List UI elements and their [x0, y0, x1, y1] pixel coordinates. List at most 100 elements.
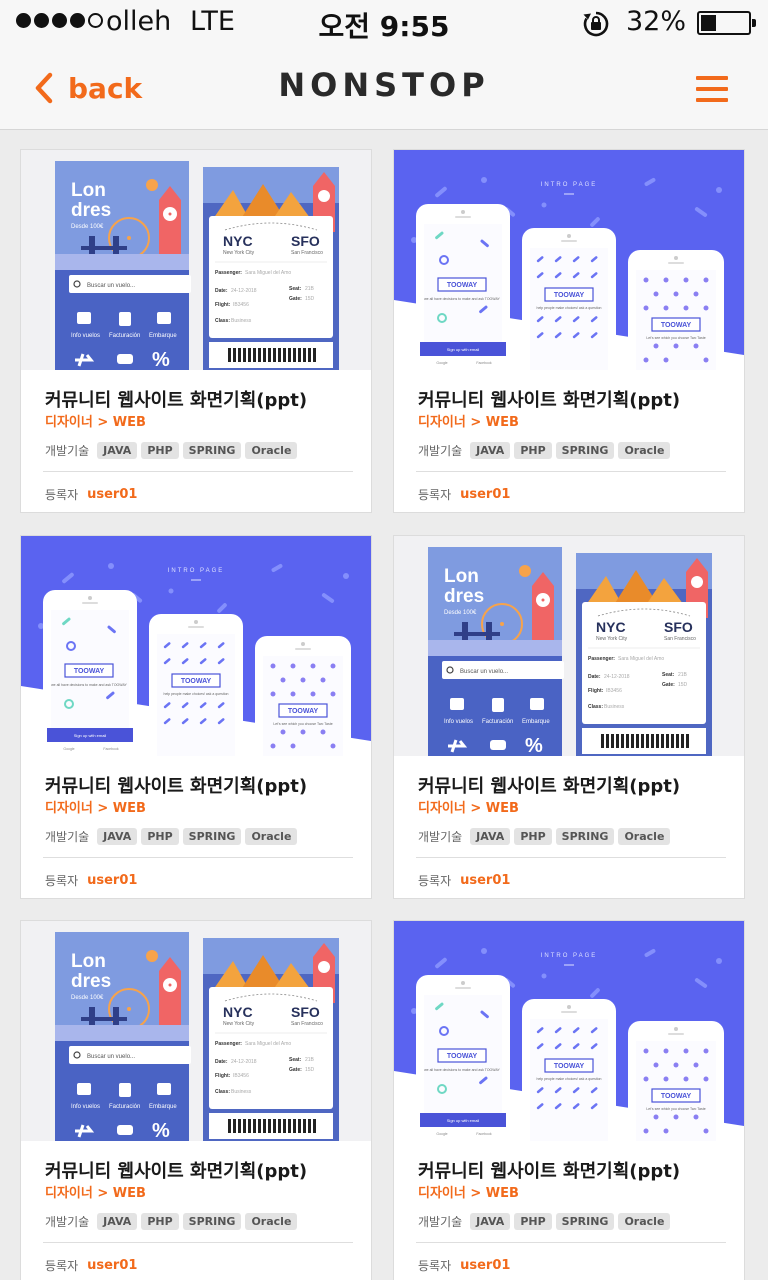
project-title[interactable]: 커뮤니티 웹사이트 화면기획(ppt)	[45, 386, 307, 412]
tech-tag: SPRING	[182, 828, 242, 845]
project-title[interactable]: 커뮤니티 웹사이트 화면기획(ppt)	[418, 1157, 680, 1183]
svg-text:%: %	[525, 735, 543, 756]
tech-tag: Oracle	[618, 1213, 671, 1230]
card-divider	[43, 857, 353, 858]
hamburger-menu-icon[interactable]	[696, 76, 728, 102]
project-title[interactable]: 커뮤니티 웹사이트 화면기획(ppt)	[418, 772, 680, 798]
svg-text:NYC: NYC	[223, 1004, 253, 1020]
tech-label: 개발기술	[418, 830, 463, 844]
tech-tag: PHP	[141, 1213, 179, 1230]
project-card[interactable]: Lon dres Desde 100€ Buscar un vuelo... I…	[20, 149, 372, 513]
author-name[interactable]: user01	[87, 873, 137, 888]
svg-text:21B: 21B	[305, 1057, 315, 1063]
svg-text:Facturación: Facturación	[109, 333, 140, 339]
rotation-lock-icon	[583, 11, 609, 37]
author-label: 등록자	[418, 1259, 452, 1273]
svg-text:Sara Miguel del Amo: Sara Miguel del Amo	[618, 656, 664, 662]
svg-text:Let's see which you choose Two: Let's see which you choose Two Taste	[646, 336, 705, 340]
tech-tag: Oracle	[245, 1213, 298, 1230]
project-card[interactable]: Lon dres Desde 100€ Buscar un vuelo... I…	[20, 920, 372, 1280]
londres-app-preview: Lon dres Desde 100€ Buscar un vuelo... I…	[394, 536, 744, 756]
svg-text:21B: 21B	[678, 672, 688, 678]
svg-text:Seat:: Seat:	[662, 672, 675, 678]
svg-text:TOOWAY: TOOWAY	[661, 322, 692, 329]
author-name[interactable]: user01	[87, 1258, 137, 1273]
tech-tag: SPRING	[555, 1213, 615, 1230]
svg-text:San Francisco: San Francisco	[664, 636, 696, 642]
tech-stack-row: 개발기술 JAVA PHP SPRING Oracle	[45, 828, 298, 845]
tech-label: 개발기술	[45, 830, 90, 844]
project-thumbnail[interactable]: INTRO PAGE TOOWAY we all have decisions …	[394, 921, 744, 1141]
author-name[interactable]: user01	[87, 487, 137, 502]
tech-tag: JAVA	[97, 442, 138, 459]
tech-tag: SPRING	[182, 1213, 242, 1230]
svg-text:Passenger:: Passenger:	[215, 270, 242, 276]
londres-app-preview: Lon dres Desde 100€ Buscar un vuelo... I…	[21, 150, 371, 370]
city-line-1: Lon	[71, 180, 106, 201]
city-line-2: dres	[444, 586, 484, 607]
tech-label: 개발기술	[45, 444, 90, 458]
svg-text:help people make choices! ask: help people make choices! ask a question	[537, 1077, 602, 1081]
project-category: 디자이너 > WEB	[418, 801, 519, 816]
svg-text:San Francisco: San Francisco	[291, 250, 323, 256]
svg-text:SFO: SFO	[291, 1004, 320, 1020]
svg-text:help people make choices! ask: help people make choices! ask a question	[537, 306, 602, 310]
project-card[interactable]: INTRO PAGE TOOWAY we all have decisions …	[20, 535, 372, 899]
svg-text:Info vuelos: Info vuelos	[71, 1104, 100, 1110]
svg-text:SFO: SFO	[291, 233, 320, 249]
svg-text:Sign up with email: Sign up with email	[74, 733, 107, 738]
card-divider	[43, 1242, 353, 1243]
project-title[interactable]: 커뮤니티 웹사이트 화면기획(ppt)	[45, 1157, 307, 1183]
tech-tag: SPRING	[555, 828, 615, 845]
project-thumbnail[interactable]: Lon dres Desde 100€ Buscar un vuelo... I…	[21, 921, 371, 1141]
project-card[interactable]: INTRO PAGE TOOWAY we all have decisions …	[393, 920, 745, 1280]
svg-text:Class:: Class:	[588, 704, 603, 710]
battery-icon	[697, 11, 756, 35]
card-divider	[416, 1242, 726, 1243]
tech-tag: PHP	[514, 442, 552, 459]
project-thumbnail[interactable]: INTRO PAGE TOOWAY we all have decisions …	[394, 150, 744, 370]
svg-text:Embarque: Embarque	[522, 719, 550, 725]
author-label: 등록자	[45, 488, 79, 502]
status-bar: olleh LTE 오전 9:55 32%	[0, 0, 768, 46]
svg-text:Buscar un vuelo...: Buscar un vuelo...	[87, 283, 135, 289]
svg-text:Passenger:: Passenger:	[588, 656, 615, 662]
project-list: Lon dres Desde 100€ Buscar un vuelo... I…	[0, 130, 768, 1280]
author-row: 등록자 user01	[45, 872, 137, 889]
battery-percent: 32%	[626, 6, 687, 37]
svg-text:Business: Business	[231, 318, 252, 324]
project-card[interactable]: INTRO PAGE TOOWAY we all have decisions …	[393, 149, 745, 513]
tech-tag: JAVA	[470, 1213, 511, 1230]
author-name[interactable]: user01	[460, 873, 510, 888]
tech-label: 개발기술	[418, 444, 463, 458]
svg-text:TOOWAY: TOOWAY	[288, 708, 319, 715]
tech-label: 개발기술	[45, 1215, 90, 1229]
svg-text:Facebook: Facebook	[103, 747, 119, 751]
svg-text:24-12-2018: 24-12-2018	[604, 674, 630, 680]
svg-text:Date:: Date:	[588, 674, 601, 680]
nav-bar: back NONSTOP	[0, 46, 768, 130]
tech-tag: PHP	[514, 1213, 552, 1230]
author-row: 등록자 user01	[418, 872, 510, 889]
author-row: 등록자 user01	[418, 1257, 510, 1274]
svg-text:Desde 100€: Desde 100€	[444, 610, 477, 616]
tech-stack-row: 개발기술 JAVA PHP SPRING Oracle	[418, 1213, 671, 1230]
svg-text:Flight:: Flight:	[588, 688, 604, 694]
tech-stack-row: 개발기술 JAVA PHP SPRING Oracle	[45, 442, 298, 459]
svg-text:Let's see which you choose Two: Let's see which you choose Two Taste	[273, 722, 332, 726]
svg-text:New York City: New York City	[596, 636, 628, 642]
project-thumbnail[interactable]: Lon dres Desde 100€ Buscar un vuelo... I…	[394, 536, 744, 756]
svg-text:we all have decisions to make: we all have decisions to make and ask TO…	[424, 1068, 500, 1072]
project-title[interactable]: 커뮤니티 웹사이트 화면기획(ppt)	[418, 386, 680, 412]
project-title[interactable]: 커뮤니티 웹사이트 화면기획(ppt)	[45, 772, 307, 798]
project-card[interactable]: Lon dres Desde 100€ Buscar un vuelo... I…	[393, 535, 745, 899]
svg-text:%: %	[152, 1120, 170, 1141]
project-thumbnail[interactable]: Lon dres Desde 100€ Buscar un vuelo... I…	[21, 150, 371, 370]
project-thumbnail[interactable]: INTRO PAGE TOOWAY we all have decisions …	[21, 536, 371, 756]
author-name[interactable]: user01	[460, 487, 510, 502]
svg-text:15D: 15D	[678, 682, 688, 688]
author-label: 등록자	[418, 488, 452, 502]
card-divider	[416, 471, 726, 472]
city-line-2: dres	[71, 971, 111, 992]
author-name[interactable]: user01	[460, 1258, 510, 1273]
